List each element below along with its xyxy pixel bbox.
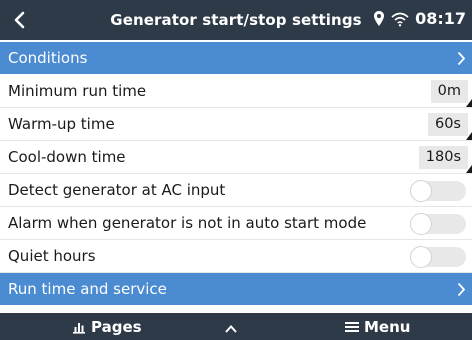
clock-time: 08:17 — [415, 9, 466, 28]
run-time-service-item[interactable]: Run time and service — [0, 273, 472, 306]
chevron-right-icon — [457, 282, 466, 297]
title-bar: Generator start/stop settings 08:17 — [0, 0, 472, 40]
cool-down-time-item[interactable]: Cool-down time 180s — [0, 141, 472, 174]
alarm-auto-start-item[interactable]: Alarm when generator is not in auto star… — [0, 207, 472, 240]
alarm-auto-start-toggle[interactable] — [410, 213, 466, 235]
hamburger-menu-icon — [345, 322, 359, 332]
pages-label: Pages — [91, 318, 142, 336]
detect-generator-item[interactable]: Detect generator at AC input — [0, 174, 472, 207]
bottom-bar: Pages Menu — [0, 313, 472, 340]
status-area: 08:17 — [373, 9, 466, 28]
item-label: Warm-up time — [8, 115, 115, 133]
edit-marker-icon — [466, 132, 472, 140]
item-label: Minimum run time — [8, 82, 147, 100]
menu-label: Menu — [364, 318, 411, 336]
minimum-run-time-value[interactable]: 0m — [430, 80, 468, 103]
warm-up-time-value[interactable]: 60s — [427, 113, 468, 136]
minimum-run-time-item[interactable]: Minimum run time 0m — [0, 75, 472, 108]
conditions-item[interactable]: Conditions — [0, 42, 472, 75]
bar-chart-icon — [73, 323, 85, 334]
toggle-knob — [410, 213, 432, 235]
location-pin-icon — [374, 11, 385, 26]
chevron-up-icon — [225, 325, 237, 333]
quiet-hours-toggle[interactable] — [410, 246, 466, 268]
item-label: Alarm when generator is not in auto star… — [8, 214, 367, 232]
toggle-knob — [410, 180, 432, 202]
item-label: Detect generator at AC input — [8, 181, 226, 199]
edit-marker-icon — [466, 99, 472, 107]
item-label: Run time and service — [8, 280, 167, 298]
menu-button[interactable]: Menu — [345, 318, 410, 336]
scroll-up-button[interactable] — [224, 320, 238, 338]
wifi-icon — [391, 12, 409, 26]
cool-down-time-value[interactable]: 180s — [418, 146, 468, 169]
item-label: Conditions — [8, 49, 88, 67]
warm-up-time-item[interactable]: Warm-up time 60s — [0, 108, 472, 141]
chevron-right-icon — [457, 51, 466, 66]
item-label: Quiet hours — [8, 247, 96, 265]
edit-marker-icon — [466, 165, 472, 173]
pages-button[interactable]: Pages — [72, 318, 142, 336]
detect-generator-toggle[interactable] — [410, 180, 466, 202]
item-label: Cool-down time — [8, 148, 126, 166]
settings-list: Conditions Minimum run time 0m Warm-up t… — [0, 42, 472, 306]
quiet-hours-item[interactable]: Quiet hours — [0, 240, 472, 273]
toggle-knob — [410, 246, 432, 268]
